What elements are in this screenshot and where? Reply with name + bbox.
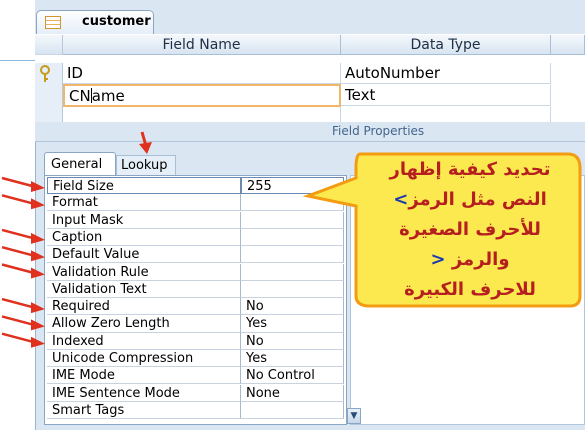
tab-customer-label: customer (82, 14, 151, 29)
key-icon (40, 65, 50, 82)
field-name-text: CN (69, 87, 91, 105)
property-value[interactable]: No Control (241, 367, 344, 385)
property-value[interactable] (241, 401, 344, 420)
annotation-arrow (1, 315, 45, 331)
annotation-arrow (1, 228, 45, 244)
field-properties-label: Field Properties (332, 124, 425, 138)
annotation-arrow (1, 176, 45, 192)
column-header-field-name[interactable]: Field Name (63, 35, 341, 55)
data-type-cell-empty[interactable] (341, 107, 551, 123)
callout-line-2-text: النص مثل الرمز (408, 189, 547, 210)
property-name: Smart Tags (47, 401, 241, 420)
annotation-arrow (1, 245, 45, 262)
callout-uppercase-symbol: < (430, 249, 446, 270)
callout-line-5: للاحرف الكبيرة (404, 279, 536, 300)
table-icon (45, 16, 61, 29)
data-type-cell[interactable]: AutoNumber (341, 63, 551, 84)
callout-line-4: والرمز < (355, 245, 585, 275)
callout-lowercase-symbol: > (393, 189, 409, 210)
property-row[interactable]: Smart Tags (47, 401, 347, 420)
row-selector-cname[interactable] (35, 85, 63, 108)
row-selector-empty[interactable] (35, 107, 63, 123)
annotation-arrow (1, 194, 45, 210)
annotation-arrow (1, 332, 45, 348)
grid-corner[interactable] (35, 35, 63, 55)
field-name-cell[interactable]: ID (63, 63, 341, 84)
annotation-arrows (1, 131, 152, 348)
callout-line-3: للأحرف الصغيرة (399, 219, 541, 240)
field-name-text-rest: ame (91, 87, 125, 105)
annotation-arrow (1, 297, 45, 314)
callout-text: تحديد كيفية إظهار النص مثل الرمز> للأحرف… (355, 155, 585, 305)
callout-line-1: تحديد كيفية إظهار (389, 159, 551, 180)
property-value[interactable]: None (241, 384, 344, 402)
annotation-arrow (1, 263, 45, 279)
row-selector-id[interactable] (35, 63, 63, 86)
column-header-description[interactable] (551, 35, 585, 55)
field-name-cell-empty[interactable] (63, 107, 341, 123)
data-type-cell[interactable]: Text (341, 85, 551, 106)
arrow-to-lookup-tab (139, 131, 152, 154)
callout-line-2: النص مثل الرمز> (355, 185, 585, 215)
callout-line-4-text: والرمز (451, 249, 510, 270)
tab-customer[interactable]: customer (36, 10, 154, 34)
property-value[interactable]: No (241, 332, 344, 350)
property-value[interactable]: Yes (241, 350, 344, 368)
property-value[interactable]: Yes (241, 315, 344, 333)
smart-tags-dropdown-button[interactable]: ▼ (347, 408, 361, 424)
column-header-data-type[interactable]: Data Type (341, 35, 551, 55)
field-name-cell-active[interactable]: CName (63, 84, 341, 107)
